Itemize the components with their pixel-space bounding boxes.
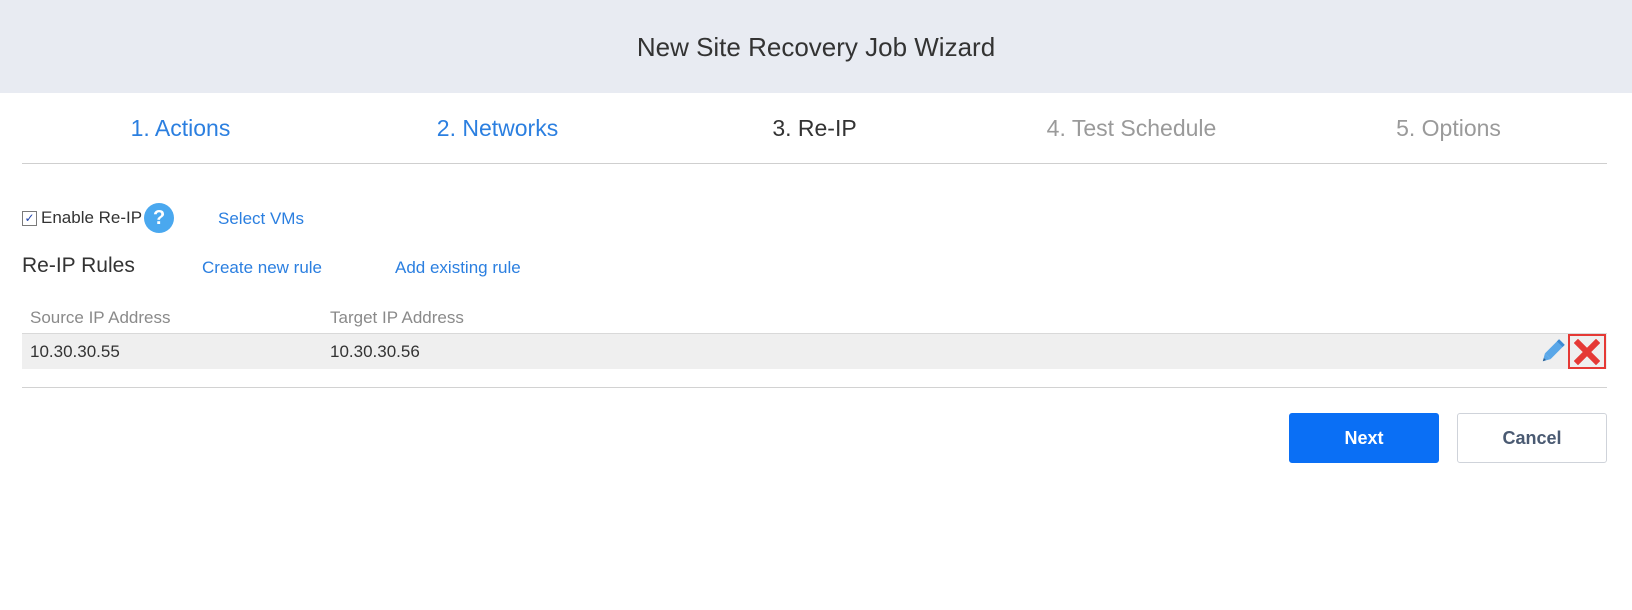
enable-reip-label: Enable Re-IP (41, 208, 143, 227)
step-test-schedule[interactable]: 4. Test Schedule (973, 93, 1290, 163)
enable-reip-checkbox[interactable]: ✓ (22, 210, 37, 226)
table-header: Source IP Address Target IP Address (22, 303, 1607, 334)
close-x-icon[interactable] (1568, 334, 1606, 369)
target-ip-cell: 10.30.30.56 (330, 341, 420, 361)
source-ip-cell: 10.30.30.55 (30, 341, 120, 361)
next-button[interactable]: Next (1289, 413, 1439, 463)
column-source-ip: Source IP Address (30, 308, 171, 327)
question-circle-icon[interactable]: ? (144, 203, 175, 233)
column-target-ip: Target IP Address (330, 308, 464, 327)
reip-rules-title: Re-IP Rules (22, 254, 135, 277)
cancel-button[interactable]: Cancel (1457, 413, 1607, 463)
enable-reip-row: ✓ Enable Re-IP ? (22, 203, 175, 233)
table-row[interactable]: 10.30.30.55 10.30.30.56 (22, 334, 1607, 369)
wizard-steps: 1. Actions 2. Networks 3. Re-IP 4. Test … (22, 93, 1607, 164)
reip-rules-table: Source IP Address Target IP Address 10.3… (22, 303, 1607, 369)
divider (22, 387, 1607, 388)
step-actions[interactable]: 1. Actions (22, 93, 339, 163)
select-vms-link[interactable]: Select VMs (218, 209, 304, 229)
create-new-rule-link[interactable]: Create new rule (202, 258, 322, 278)
step-re-ip[interactable]: 3. Re-IP (656, 93, 973, 163)
add-existing-rule-link[interactable]: Add existing rule (395, 258, 521, 278)
step-options[interactable]: 5. Options (1290, 93, 1607, 163)
step-networks[interactable]: 2. Networks (339, 93, 656, 163)
pencil-edit-icon[interactable] (1537, 338, 1567, 366)
wizard-title: New Site Recovery Job Wizard (636, 32, 996, 62)
wizard-header: New Site Recovery Job Wizard (0, 0, 1632, 93)
